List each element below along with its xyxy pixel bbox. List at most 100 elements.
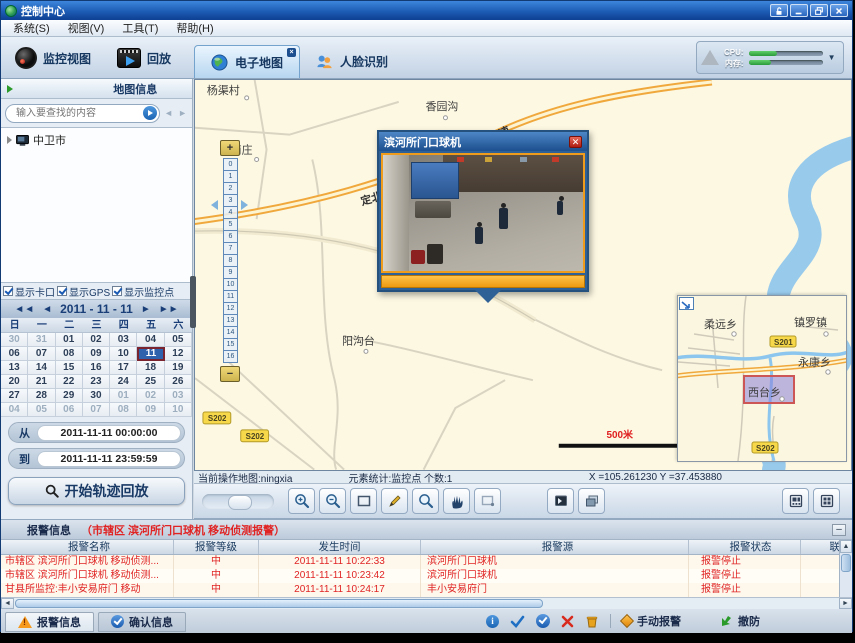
zoom-out-level-button[interactable]: − [220,366,240,382]
delete-x-icon[interactable] [561,615,574,628]
calendar-day[interactable]: 22 [56,375,83,389]
calendar-day[interactable]: 02 [83,333,110,347]
calendar-day[interactable]: 12 [165,347,192,361]
calendar-day[interactable]: 10 [110,347,137,361]
calendar-day[interactable]: 26 [165,375,192,389]
calendar-next-month-icon[interactable]: ► [141,304,151,315]
pin-button[interactable] [770,4,788,17]
camera-popup[interactable]: 滨河所门口球机 ✕ [377,130,589,292]
calendar-prev-month-icon[interactable]: ◄ [42,304,52,315]
calendar-day[interactable]: 02 [137,389,164,403]
scroll-up-icon[interactable]: ▲ [840,540,852,553]
calendar-day[interactable]: 04 [137,333,164,347]
monitor-view-button[interactable]: 监控视图 [7,42,99,74]
layer-checkbox[interactable]: 显示监控点 [112,284,174,299]
calendar-day[interactable]: 27 [1,389,28,403]
search-go-icon[interactable] [143,106,157,120]
confirm-all-icon[interactable] [536,614,550,628]
popup-close-icon[interactable]: ✕ [569,136,582,148]
map-canvas[interactable]: 杨渠村 南庄 香园沟 阳沟台 定北高速 定北高速 S202 S202 500米 [194,79,852,471]
layer-checkbox[interactable]: 显示卡口 [3,284,55,299]
sidebar-splitter-handle[interactable] [190,276,196,328]
alarm-horizontal-scrollbar[interactable]: ◄ ► [1,597,852,609]
calendar-day[interactable]: 01 [56,333,83,347]
select-rect-tool-button[interactable] [350,488,377,514]
from-datetime-field[interactable]: 2011-11-11 00:00:00 [37,425,181,441]
calendar-day[interactable]: 16 [83,361,110,375]
calendar-next-year-icon[interactable]: ►► [159,304,179,315]
pan-tool-button[interactable] [443,488,470,514]
check-icon[interactable] [510,615,525,628]
camera-popup-titlebar[interactable]: 滨河所门口球机 ✕ [379,132,587,151]
tree-expand-icon[interactable] [7,136,12,144]
close-button[interactable] [830,4,848,17]
calendar-day[interactable]: 03 [165,389,192,403]
alarm-minimize-button[interactable]: – [832,524,846,536]
alarm-row[interactable]: 市辖区 滨河所门口球机 移动侦测...中2011-11-11 10:22:33滨… [1,555,852,569]
popup-control-bar[interactable] [381,275,585,288]
alarm-column-header[interactable]: 报警源 [421,540,689,554]
checkbox-icon[interactable] [3,286,13,296]
bottom-tab-confirm-info[interactable]: 确认信息 [98,612,186,632]
scroll-left-icon[interactable]: ◄ [1,598,14,609]
title-bar[interactable]: 控制中心 [1,1,852,20]
alarm-column-header[interactable]: 报警名称 [1,540,174,554]
alarm-column-header[interactable]: 发生时间 [259,540,421,554]
calendar-day[interactable]: 17 [110,361,137,375]
calendar-day[interactable]: 08 [110,403,137,417]
calendar-day[interactable]: 30 [83,389,110,403]
checkbox-icon[interactable] [57,286,67,296]
calendar-day[interactable]: 19 [165,361,192,375]
info-icon[interactable]: i [486,615,499,628]
start-track-playback-button[interactable]: 开始轨迹回放 [8,477,185,505]
alarm-column-header[interactable]: 报警状态 [689,540,801,554]
fullscreen-button[interactable] [813,488,840,514]
zoom-area-tool-button[interactable] [412,488,439,514]
minimize-button[interactable] [790,4,808,17]
trash-icon[interactable] [585,614,599,628]
minimap[interactable]: 柔远乡 镇罗镇 永康乡 西台乡 S201 S202 [677,295,847,462]
calendar-day[interactable]: 13 [1,361,28,375]
alarm-vertical-scrollbar[interactable]: ▲ [839,540,852,597]
calendar-day[interactable]: 06 [1,347,28,361]
bottom-tab-alarm-info[interactable]: 报警信息 [5,612,94,632]
chevron-down-icon[interactable]: ▼ [828,53,836,62]
tab-face-recognition[interactable]: 人脸识别 [300,45,404,78]
calendar-day[interactable]: 20 [1,375,28,389]
search-next-icon[interactable]: ► [177,108,188,118]
calendar-day[interactable]: 07 [28,347,55,361]
system-status-widget[interactable]: CPU: 内存: ▼ [696,41,844,74]
restore-button[interactable] [810,4,828,17]
measure-tool-button[interactable] [381,488,408,514]
calendar-day[interactable]: 23 [83,375,110,389]
calendar-day[interactable]: 31 [28,333,55,347]
calendar-day[interactable]: 03 [110,333,137,347]
tile-view-button[interactable] [782,488,809,514]
calendar-day[interactable]: 18 [137,361,164,375]
layers-button[interactable] [578,488,605,514]
calendar-day[interactable]: 08 [56,347,83,361]
tab-electronic-map[interactable]: 电子地图 × [194,45,300,78]
calendar-day[interactable]: 15 [56,361,83,375]
playback-button[interactable]: 回放 [109,42,179,74]
calendar-day[interactable]: 09 [137,403,164,417]
menu-item[interactable]: 系统(S) [5,19,58,37]
calendar-day[interactable]: 24 [110,375,137,389]
menu-item[interactable]: 视图(V) [60,19,113,37]
zoom-in-tool-button[interactable] [288,488,315,514]
menu-item[interactable]: 帮助(H) [168,19,221,37]
zoom-left-arrow-icon[interactable] [211,200,218,210]
search-prev-icon[interactable]: ◄ [163,108,174,118]
alarm-row[interactable]: 甘县所监控:丰小安易府门 移动中2011-11-11 10:24:17丰小安易府… [1,583,852,597]
zoom-level-16[interactable]: 16 [223,350,238,363]
region-select-tool-button[interactable] [474,488,501,514]
alarm-row[interactable]: 市辖区 滨河所门口球机 移动侦测...中2011-11-11 10:23:42滨… [1,569,852,583]
calendar-day[interactable]: 05 [28,403,55,417]
menu-item[interactable]: 工具(T) [114,19,166,37]
scroll-right-icon[interactable]: ► [839,598,852,609]
minimap-collapse-button[interactable] [679,297,694,310]
to-datetime-field[interactable]: 2011-11-11 23:59:59 [37,451,181,467]
calendar-day[interactable]: 04 [1,403,28,417]
disarm-button[interactable]: 撤防 [720,613,760,629]
panel-arrow-icon[interactable] [7,85,91,93]
